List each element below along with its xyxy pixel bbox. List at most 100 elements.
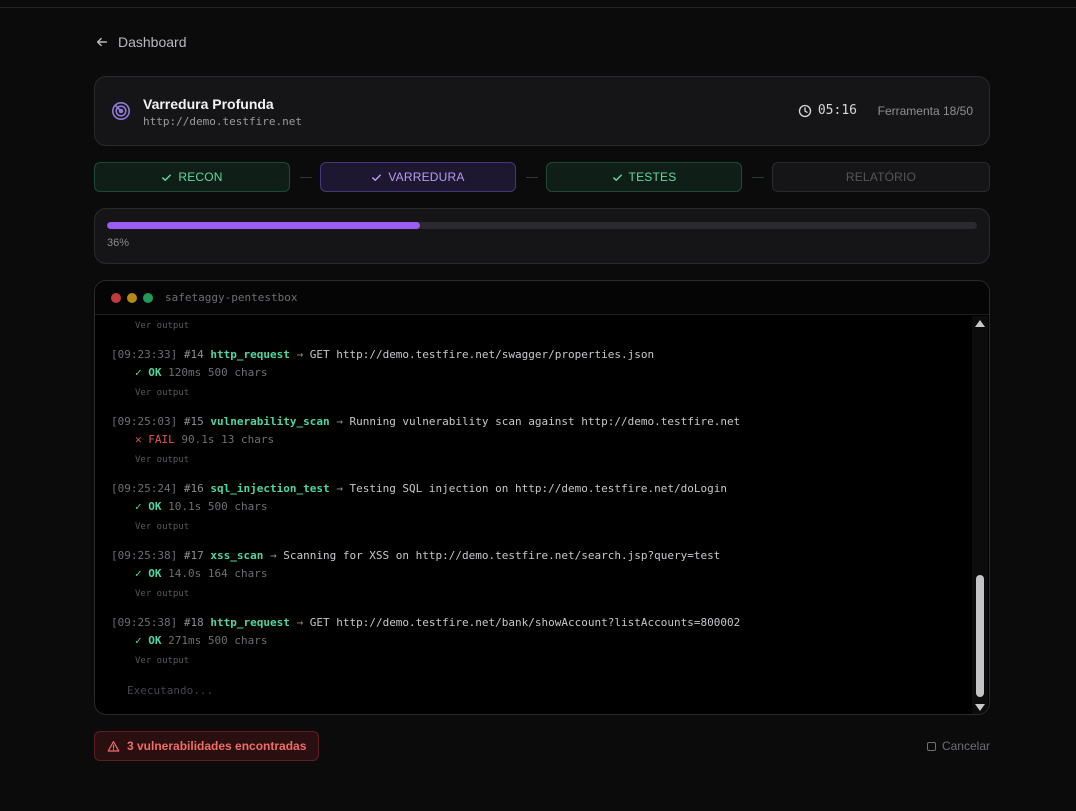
clock-icon — [798, 104, 812, 117]
log-number: #15 — [183, 415, 204, 428]
log-entry: [09:25:03] #15 vulnerability_scan → Runn… — [111, 415, 740, 428]
view-output-link[interactable]: Ver output — [135, 656, 189, 666]
progress-percent: 36% — [107, 237, 130, 249]
log-description: GET http://demo.testfire.net/swagger/pro… — [309, 348, 655, 361]
terminal-scrollbar[interactable] — [972, 316, 988, 714]
status-ok: OK — [148, 500, 162, 513]
phase-label: RECON — [178, 170, 223, 184]
window-close-dot — [111, 292, 121, 303]
log-duration: 14.0s — [168, 567, 202, 580]
window-maximize-dot — [143, 292, 153, 303]
log-size: 500 chars — [207, 634, 268, 647]
view-output-link[interactable]: Ver output — [135, 321, 189, 331]
vulnerabilities-badge[interactable]: 3 vulnerabilidades encontradas — [94, 731, 320, 761]
scroll-up-arrow-icon[interactable] — [975, 320, 985, 327]
status-ok: OK — [148, 567, 162, 580]
arrow-right-icon: → — [336, 482, 343, 495]
log-description: Scanning for XSS on http://demo.testfire… — [283, 549, 721, 562]
arrow-right-icon: → — [336, 415, 343, 428]
view-output-link[interactable]: Ver output — [135, 388, 189, 398]
check-icon — [612, 173, 622, 181]
log-tool: vulnerability_scan — [210, 415, 330, 428]
log-size: 500 chars — [207, 500, 268, 513]
arrow-right-icon: → — [296, 348, 304, 361]
x-icon: ✕ — [135, 433, 142, 446]
log-entry: [09:25:24] #16 sql_injection_test → Test… — [111, 482, 727, 495]
log-duration: 271ms — [168, 634, 202, 647]
scan-target-url: http://demo.testfire.net — [143, 115, 302, 128]
view-output-link[interactable]: Ver output — [135, 589, 189, 599]
check-icon — [372, 173, 382, 181]
terminal-title: safetaggy-pentestbox — [165, 291, 298, 304]
log-timestamp: [09:25:03] — [111, 415, 178, 428]
log-size: 13 chars — [221, 433, 275, 446]
log-status: ✓ OK 120ms 500 chars — [135, 366, 267, 379]
log-number: #16 — [183, 482, 204, 495]
tool-progress: Ferramenta 18/50 — [877, 104, 973, 118]
log-entry: [09:25:38] #17 xss_scan → Scanning for X… — [111, 549, 720, 562]
log-status: ✓ OK 271ms 500 chars — [135, 634, 267, 647]
cancel-button[interactable]: Cancelar — [926, 739, 990, 753]
log-status: ✓ OK 10.1s 500 chars — [135, 500, 267, 513]
back-to-dashboard-link[interactable]: Dashboard — [95, 33, 187, 51]
log-timestamp: [09:25:38] — [111, 549, 178, 562]
log-status: ✓ OK 14.0s 164 chars — [135, 567, 267, 580]
phase-varredura[interactable]: VARREDURA — [320, 162, 516, 192]
status-ok: OK — [148, 366, 162, 379]
log-size: 164 chars — [207, 567, 268, 580]
window-minimize-dot — [127, 292, 137, 303]
scan-title: Varredura Profunda — [143, 96, 274, 112]
cancel-label: Cancelar — [941, 739, 990, 753]
log-description: Testing SQL injection on http://demo.tes… — [349, 482, 727, 495]
progress-fill — [107, 222, 421, 229]
log-duration: 90.1s — [181, 433, 215, 446]
progress-card: 36% — [94, 208, 990, 264]
phase-recon[interactable]: RECON — [94, 162, 290, 192]
scroll-down-arrow-icon[interactable] — [975, 704, 985, 711]
progress-bar — [107, 222, 977, 229]
log-description: GET http://demo.testfire.net/bank/showAc… — [309, 616, 741, 629]
top-bar — [0, 0, 1076, 8]
log-number: #14 — [183, 348, 204, 361]
log-tool: http_request — [210, 348, 290, 361]
log-number: #18 — [183, 616, 204, 629]
scrollbar-thumb[interactable] — [976, 575, 984, 697]
status-ok: OK — [148, 634, 162, 647]
arrow-right-icon: → — [296, 616, 304, 629]
arrow-left-icon — [96, 37, 108, 47]
status-fail: FAIL — [148, 433, 175, 446]
elapsed-time: 05:16 — [817, 103, 857, 118]
log-size: 500 chars — [207, 366, 268, 379]
scan-header-card: Varredura Profunda http://demo.testfire.… — [94, 76, 990, 146]
stop-square-icon — [926, 741, 936, 751]
check-icon — [162, 173, 172, 181]
log-tool: http_request — [210, 616, 290, 629]
log-timestamp: [09:25:24] — [111, 482, 178, 495]
elapsed-timer: 05:16 — [798, 103, 857, 118]
phase-separator — [752, 177, 764, 178]
log-entry: [09:25:38] #18 http_request → GET http:/… — [111, 616, 740, 629]
phase-separator — [300, 177, 312, 178]
radar-icon — [112, 102, 130, 120]
check-icon: ✓ — [135, 366, 142, 379]
phase-relatorio[interactable]: RELATÓRIO — [772, 162, 990, 192]
phase-testes[interactable]: TESTES — [546, 162, 742, 192]
view-output-link[interactable]: Ver output — [135, 522, 189, 532]
log-timestamp: [09:23:33] — [111, 348, 178, 361]
arrow-right-icon: → — [269, 549, 277, 562]
back-label: Dashboard — [118, 34, 187, 50]
terminal-log[interactable]: Ver output [09:23:33] #14 http_request →… — [95, 316, 973, 714]
vulnerabilities-label: 3 vulnerabilidades encontradas — [127, 739, 307, 753]
check-icon: ✓ — [135, 634, 142, 647]
phase-label: VARREDURA — [388, 170, 465, 184]
phase-separator — [526, 177, 538, 178]
terminal-header: safetaggy-pentestbox — [95, 281, 989, 315]
log-entry: [09:23:33] #14 http_request → GET http:/… — [111, 348, 654, 361]
phase-stepper: RECON VARREDURA TESTES RELATÓRIO — [94, 162, 990, 192]
log-description: Running vulnerability scan against http:… — [349, 415, 741, 428]
view-output-link[interactable]: Ver output — [135, 455, 189, 465]
check-icon: ✓ — [135, 567, 142, 580]
phase-label: RELATÓRIO — [845, 170, 917, 184]
log-number: #17 — [183, 549, 204, 562]
log-duration: 120ms — [168, 366, 202, 379]
